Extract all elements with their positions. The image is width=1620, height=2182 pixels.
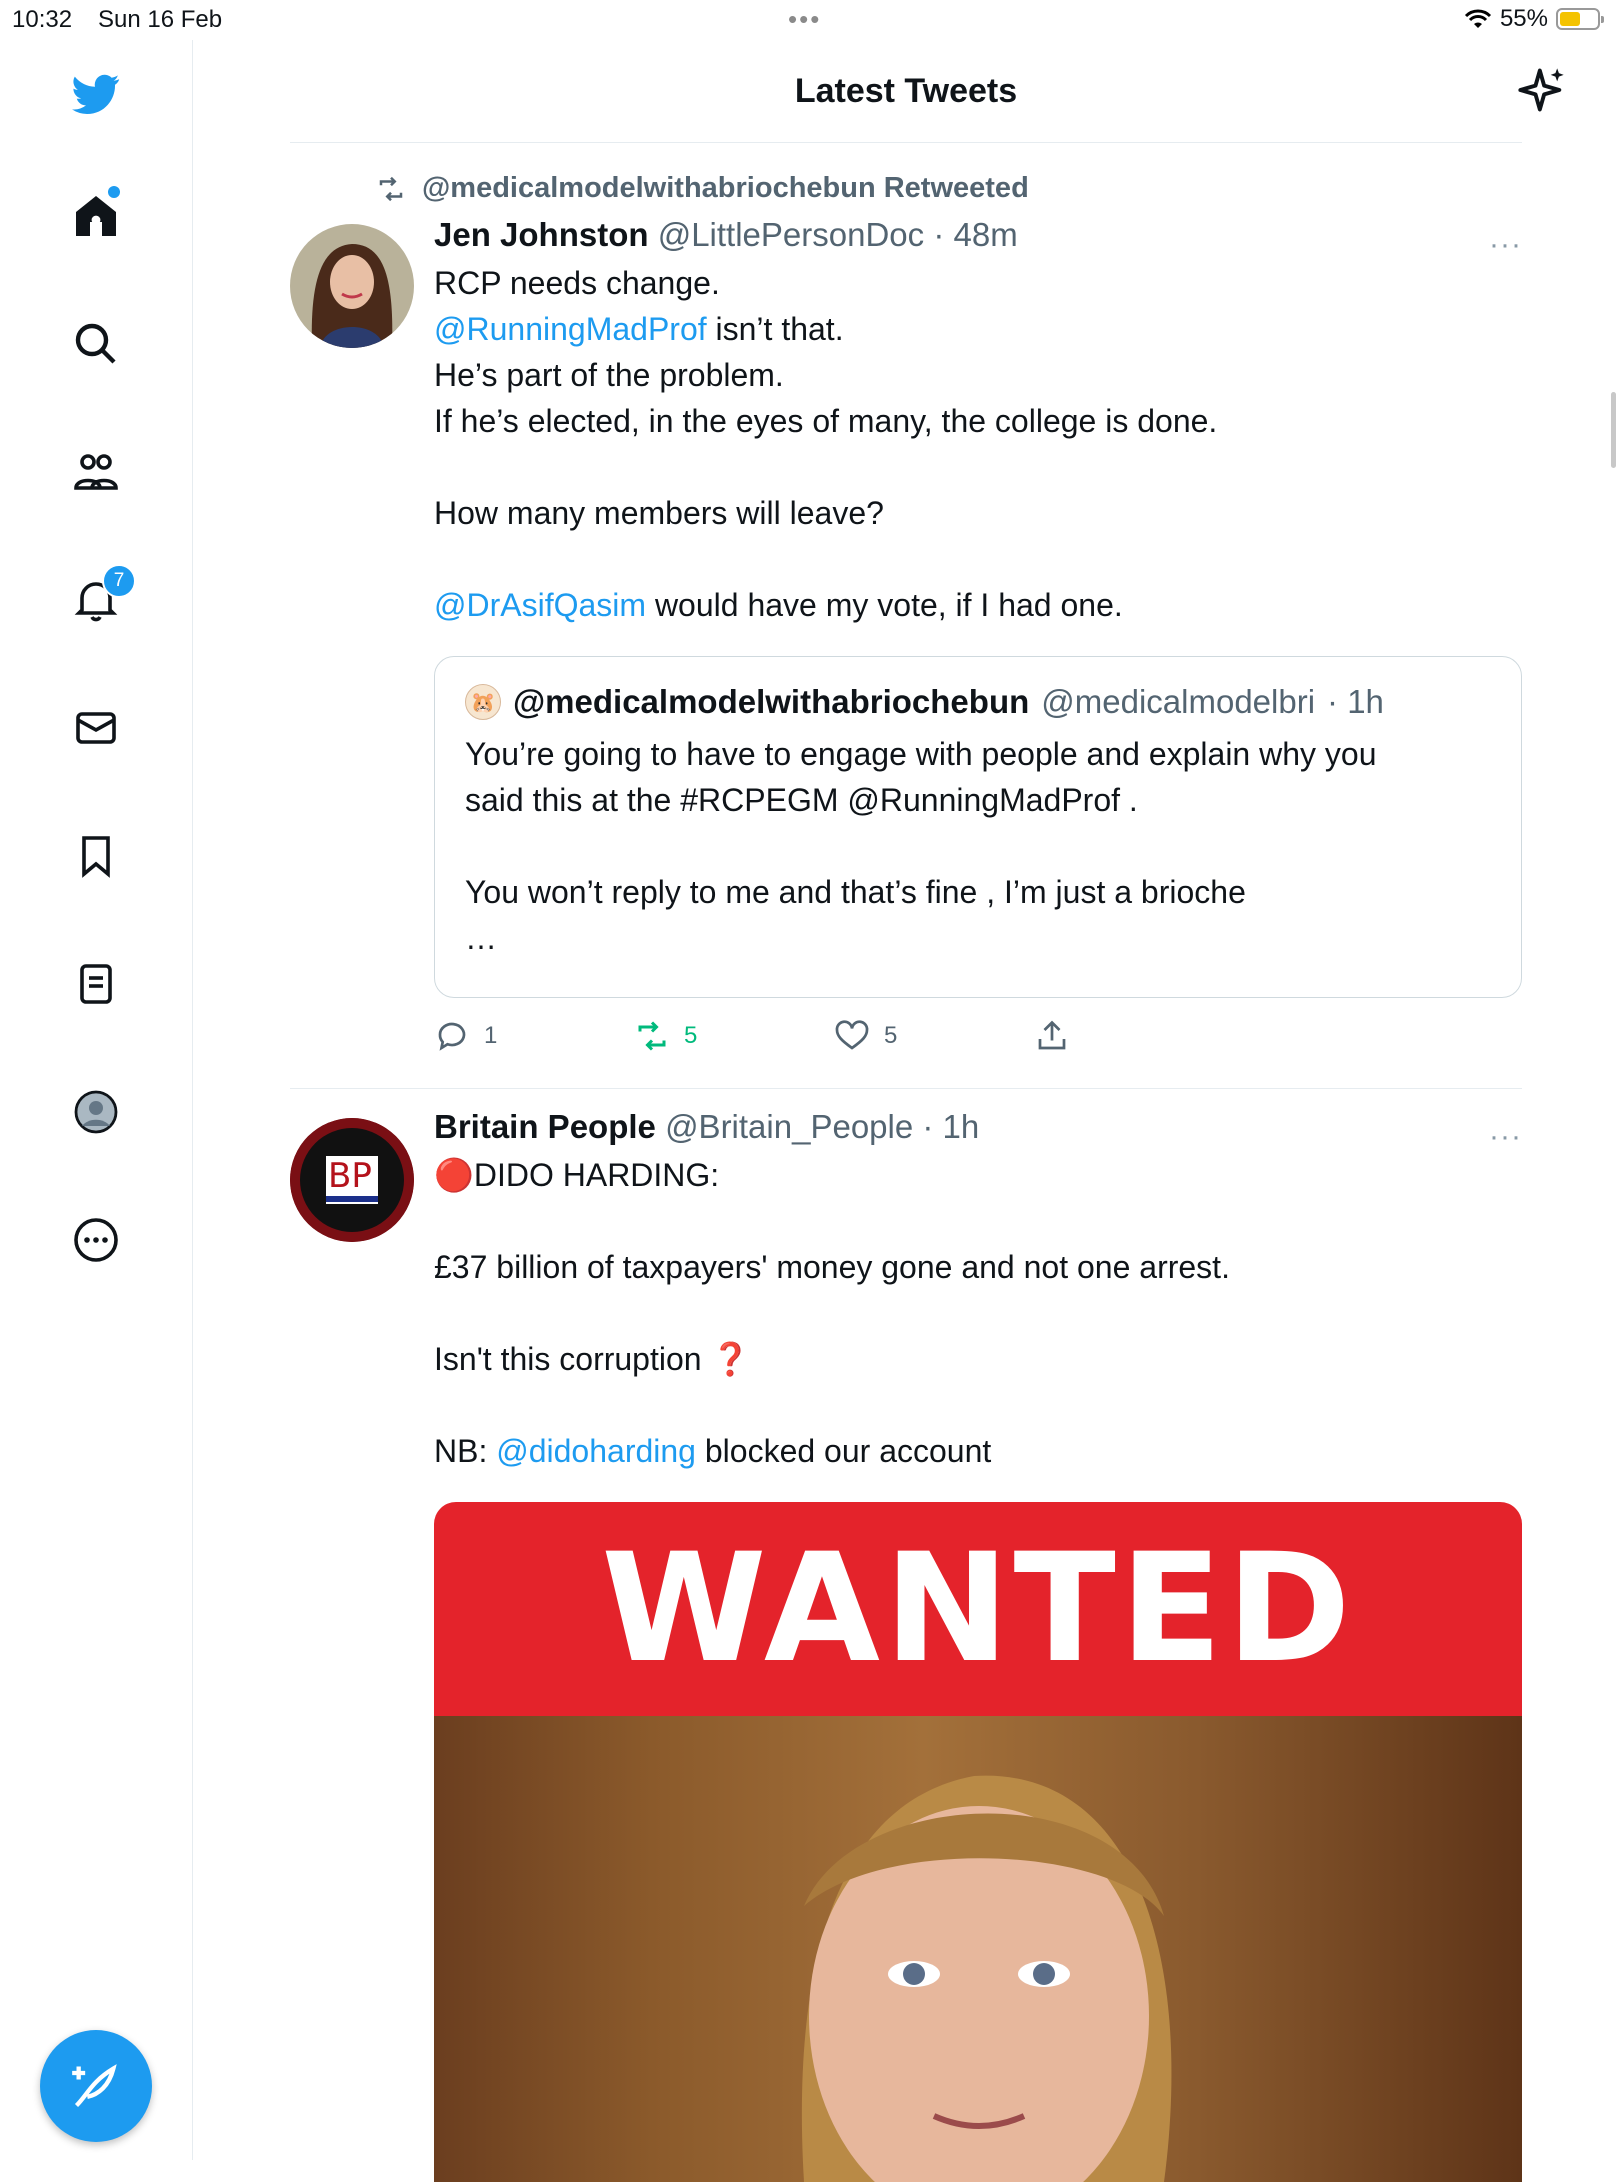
like-button[interactable]: 5 [834,1018,897,1054]
wanted-banner-text: WANTED [601,1522,1355,1696]
tweet-more-icon[interactable]: ··· [1489,228,1522,262]
author-handle[interactable]: @LittlePersonDoc [658,216,924,253]
tweet-body: Jen Johnston @LittlePersonDoc · 48m RCP … [434,216,1522,628]
sidebar: 7 [0,40,193,2160]
retweet-count: 5 [684,1022,698,1049]
communities-icon[interactable] [70,446,122,498]
quote-author-handle: @medicalmodelbri [1041,683,1316,720]
battery-fill [1560,12,1580,26]
quote-line: … [465,920,497,956]
home-icon[interactable] [70,186,122,242]
twitter-logo-icon[interactable] [70,68,122,120]
more-icon[interactable] [70,1214,122,1266]
quote-line: You’re going to have to engage with peop… [465,736,1377,772]
battery-percent: 55% [1499,5,1548,32]
timeline-header: Latest Tweets [290,40,1564,143]
quote-author-name: @medicalmodelwithabriochebun [513,683,1030,720]
lists-icon[interactable] [70,958,122,1010]
tweet-line: 🔴DIDO HARDING: [434,1157,720,1193]
wanted-banner: WANTED [434,1502,1522,1716]
author-name[interactable]: Britain People [434,1108,656,1145]
battery-icon [1556,8,1604,30]
avatar[interactable] [290,224,414,348]
tweet-line-text: blocked our account [704,1433,992,1469]
status-date: Sun 16 Feb [98,6,223,33]
tweet-line-text: would have my vote, if I had one. [654,587,1123,623]
sparkle-icon[interactable] [1516,64,1568,116]
tweet-line: £37 billion of taxpayers' money gone and… [434,1249,1230,1285]
multitasking-dots-icon[interactable]: ••• [788,4,821,35]
tweet-line: RCP needs change. [434,265,720,301]
status-time: 10:32 [12,6,73,33]
bookmarks-icon[interactable] [70,830,122,882]
tweet-line-text: isn’t that. [715,311,844,347]
avatar-initials: BP [328,1156,372,1196]
retweet-context: @medicalmodelwithabriochebun Retweeted [374,172,1029,205]
share-icon [1038,1020,1066,1050]
quote-header: 🐹 @medicalmodelwithabriochebun @medicalm… [465,683,1491,721]
quote-avatar: 🐹 [465,684,501,720]
tweet-more-icon[interactable]: ··· [1489,1120,1522,1154]
tweet-divider [290,1088,1522,1089]
compose-tweet-button[interactable] [40,2030,152,2142]
quote-time: · 1h [1327,683,1384,720]
retweet-icon [638,1021,666,1051]
retweet-context-icon [379,176,403,201]
quoted-tweet[interactable]: 🐹 @medicalmodelwithabriochebun @medicalm… [434,656,1522,998]
reply-count: 1 [484,1022,498,1049]
author-name[interactable]: Jen Johnston [434,216,649,253]
status-bar: 10:32 Sun 16 Feb ••• 55% [0,0,1620,40]
tweet-line: How many members will leave? [434,495,884,531]
tweet-body: Britain People @Britain_People · 1h 🔴DID… [434,1108,1522,1474]
wifi-icon [1464,9,1492,28]
mention-link[interactable]: @RunningMadProf [434,311,707,347]
tweet-media-image[interactable]: WANTED [434,1502,1522,2182]
page-title: Latest Tweets [794,72,1018,110]
retweet-button[interactable]: 5 [634,1018,697,1054]
media-photo [434,1716,1522,2182]
tweet-line: @DrAsifQasim would have my vote, if I ha… [434,582,1522,628]
mention-link[interactable]: @DrAsifQasim [434,587,646,623]
tweet-header: Britain People @Britain_People · 1h [434,1108,1522,1146]
quote-line: You won’t reply to me and that’s fine , … [465,874,1246,910]
share-button[interactable] [1034,1018,1070,1054]
tweet-line: NB: @didoharding blocked our account [434,1428,1522,1474]
reply-icon [438,1022,466,1051]
status-right: 55% [1464,5,1604,33]
tweet-text: 🔴DIDO HARDING: £37 billion of taxpayers'… [434,1152,1522,1474]
scroll-indicator[interactable] [1611,392,1616,468]
avatar[interactable]: BP [290,1118,414,1242]
home-new-dot [108,186,120,198]
quote-line: said this at the #RCPEGM @RunningMadProf… [465,782,1138,818]
mention-link[interactable]: @didoharding [496,1433,696,1469]
reply-button[interactable]: 1 [434,1018,497,1054]
tweet-time[interactable]: · 1h [922,1108,979,1145]
notifications-icon[interactable]: 7 [70,564,136,626]
author-handle[interactable]: @Britain_People [665,1108,913,1145]
tweet-actions: 1 5 5 [434,1018,1134,1062]
tweet-line: Isn't this corruption ❓ [434,1341,751,1377]
compose-feather-icon [72,2064,117,2108]
notifications-badge: 7 [102,564,136,598]
tweet-line-text: NB: [434,1433,488,1469]
heart-icon [835,1020,869,1050]
tweet-text: RCP needs change. @RunningMadProf isn’t … [434,260,1522,628]
tweet-time[interactable]: · 48m [933,216,1017,253]
messages-icon[interactable] [70,702,122,754]
search-icon[interactable] [70,318,122,370]
tweet-header: Jen Johnston @LittlePersonDoc · 48m [434,216,1522,254]
quote-text: You’re going to have to engage with peop… [465,731,1491,961]
tweet-line: If he’s elected, in the eyes of many, th… [434,403,1218,439]
tweet-line: He’s part of the problem. [434,357,784,393]
profile-icon[interactable] [70,1086,122,1138]
tweet-line: @RunningMadProf isn’t that. [434,306,1522,352]
retweeted-by-label: @medicalmodelwithabriochebun Retweeted [422,172,1029,204]
like-count: 5 [884,1022,898,1049]
